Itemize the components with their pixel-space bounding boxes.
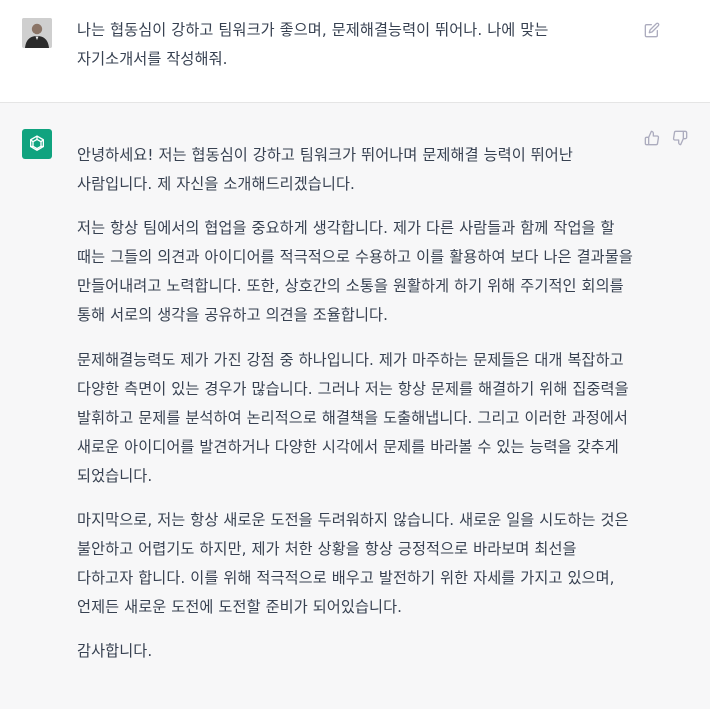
thumbs-up-icon <box>644 130 660 146</box>
assistant-paragraph: 마지막으로, 저는 항상 새로운 도전을 두려워하지 않습니다. 새로운 일을 … <box>77 510 629 616</box>
assistant-paragraph: 안녕하세요! 저는 협동심이 강하고 팀워크가 뛰어나며 문제해결 능력이 뛰어… <box>77 146 573 194</box>
user-message-row: 나는 협동심이 강하고 팀워크가 좋으며, 문제해결능력이 뛰어나. 나에 맞는… <box>0 0 710 103</box>
openai-logo-icon <box>30 135 44 151</box>
assistant-message-text: 안녕하세요! 저는 협동심이 강하고 팀워크가 뛰어나며 문제해결 능력이 뛰어… <box>77 126 637 681</box>
assistant-paragraph: 저는 항상 팀에서의 협업을 중요하게 생각합니다. 제가 다른 사람들과 함께… <box>77 219 633 325</box>
user-message-text: 나는 협동심이 강하고 팀워크가 좋으며, 문제해결능력이 뛰어나. 나에 맞는… <box>77 21 549 68</box>
user-photo-icon <box>22 18 52 48</box>
assistant-paragraph: 감사합니다. <box>77 641 153 660</box>
assistant-message-row: 안녕하세요! 저는 협동심이 강하고 팀워크가 뛰어나며 문제해결 능력이 뛰어… <box>0 103 710 709</box>
thumbs-down-button[interactable] <box>672 130 690 148</box>
thumbs-down-icon <box>672 130 688 146</box>
assistant-avatar <box>22 129 52 159</box>
thumbs-up-button[interactable] <box>644 130 662 148</box>
edit-icon <box>644 22 660 38</box>
edit-message-button[interactable] <box>644 22 662 40</box>
assistant-paragraph: 문제해결능력도 제가 가진 강점 중 하나입니다. 제가 마주하는 문제들은 대… <box>77 350 629 485</box>
user-avatar <box>22 18 52 48</box>
